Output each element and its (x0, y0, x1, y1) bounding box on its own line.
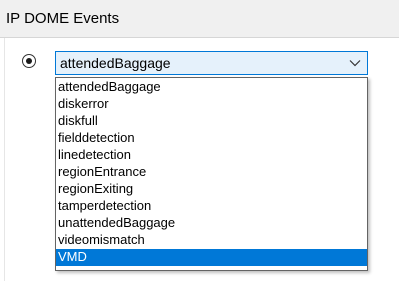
event-radio-button[interactable] (22, 54, 36, 68)
dropdown-option[interactable]: regionEntrance (56, 164, 367, 180)
event-type-combobox[interactable]: attendedBaggage (55, 51, 368, 75)
panel-header: IP DOME Events (0, 0, 399, 38)
combobox-selected-value: attendedBaggage (60, 55, 171, 71)
dropdown-option[interactable]: unattendedBaggage (56, 215, 367, 231)
dropdown-option[interactable]: diskfull (56, 113, 367, 129)
dropdown-option[interactable]: regionExiting (56, 181, 367, 197)
dropdown-option[interactable]: fielddetection (56, 130, 367, 146)
panel-title: IP DOME Events (6, 10, 120, 27)
group-border (4, 38, 5, 281)
chevron-down-icon[interactable] (349, 58, 361, 68)
dropdown-option[interactable]: attendedBaggage (56, 79, 367, 95)
radio-button-icon (26, 58, 32, 64)
dropdown-option[interactable]: diskerror (56, 96, 367, 112)
dropdown-option[interactable]: linedetection (56, 147, 367, 163)
ip-dome-events-panel: IP DOME Events attendedBaggage attendedB… (0, 0, 399, 281)
dropdown-option[interactable]: videomismatch (56, 232, 367, 248)
dropdown-option[interactable]: tamperdetection (56, 198, 367, 214)
event-type-dropdown-list[interactable]: attendedBaggage diskerror diskfull field… (55, 77, 368, 271)
dropdown-option-highlighted[interactable]: VMD (56, 249, 367, 266)
